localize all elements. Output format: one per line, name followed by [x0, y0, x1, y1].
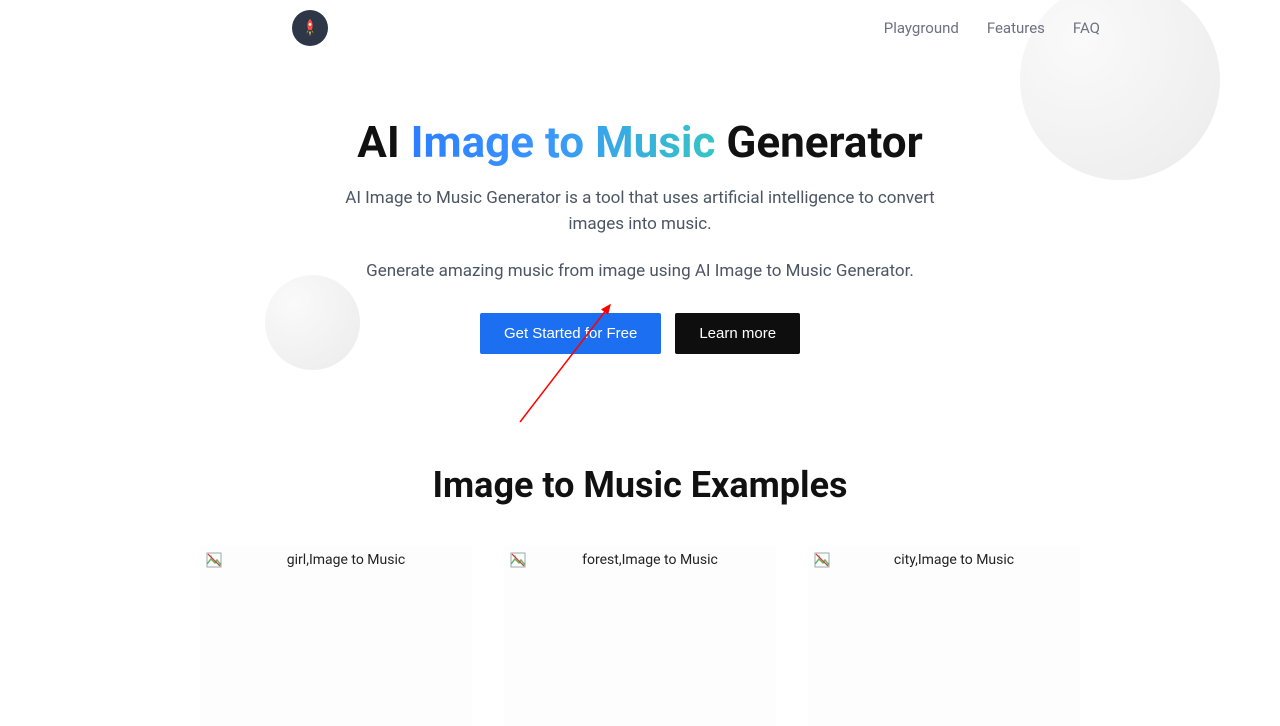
- hero-title-prefix: AI: [357, 116, 410, 168]
- hero-buttons: Get Started for Free Learn more: [0, 313, 1280, 354]
- examples-grid: girl,Image to Music forest,Image to Musi…: [0, 546, 1280, 726]
- hero-description: AI Image to Music Generator is a tool th…: [320, 186, 960, 237]
- hero-subline: Generate amazing music from image using …: [0, 261, 1280, 281]
- hero-title-gradient: Image to Music: [411, 116, 716, 168]
- logo-icon[interactable]: [292, 10, 328, 46]
- example-card[interactable]: forest,Image to Music: [504, 546, 776, 726]
- example-alt-text: forest,Image to Music: [530, 552, 770, 568]
- main-nav: Playground Features FAQ: [884, 19, 1100, 37]
- example-alt-text: city,Image to Music: [834, 552, 1074, 568]
- nav-features[interactable]: Features: [987, 19, 1045, 37]
- get-started-button[interactable]: Get Started for Free: [480, 313, 661, 354]
- header: Playground Features FAQ: [0, 0, 1280, 46]
- example-card[interactable]: girl,Image to Music: [200, 546, 472, 726]
- hero-title: AI Image to Music Generator: [0, 116, 1280, 168]
- hero-title-suffix: Generator: [715, 116, 922, 168]
- examples-title: Image to Music Examples: [0, 464, 1280, 506]
- broken-image-icon: [814, 552, 830, 568]
- example-card[interactable]: city,Image to Music: [808, 546, 1080, 726]
- rocket-icon: [299, 17, 321, 39]
- nav-playground[interactable]: Playground: [884, 19, 959, 37]
- nav-faq[interactable]: FAQ: [1073, 19, 1100, 37]
- broken-image-icon: [206, 552, 222, 568]
- broken-image-icon: [510, 552, 526, 568]
- learn-more-button[interactable]: Learn more: [675, 313, 800, 354]
- hero-section: AI Image to Music Generator AI Image to …: [0, 116, 1280, 354]
- example-alt-text: girl,Image to Music: [226, 552, 466, 568]
